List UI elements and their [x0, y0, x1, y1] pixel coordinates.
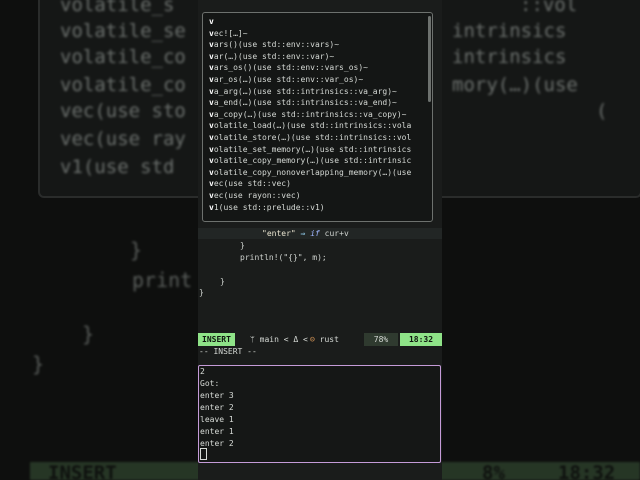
bg-line-right: ( — [596, 100, 608, 122]
code-editor[interactable]: "enter" ⇒ if cur+v } println!("{}", m); … — [198, 0, 442, 333]
rust-icon: ☹ — [310, 335, 315, 344]
bg-line: vec(use ray — [60, 128, 186, 150]
completion-item[interactable]: va_arg(…)(use std::intrinsics::va_arg)~ — [209, 86, 397, 98]
bg-status-pct: 8% — [482, 462, 505, 480]
bg-line: volatile_s — [60, 0, 175, 16]
scroll-percent: 78% — [364, 333, 398, 346]
completion-item[interactable]: vars_os()(use std::env::vars_os)~ — [209, 62, 368, 74]
code-line: } — [240, 241, 245, 250]
fat-arrow: ⇒ — [300, 229, 306, 238]
bg-code: } — [32, 352, 45, 376]
editor-window: "enter" ⇒ if cur+v } println!("{}", m); … — [198, 0, 442, 480]
completion-item[interactable]: volatile_copy_memory(…)(use std::intrins… — [209, 155, 411, 167]
clock: 18:32 — [400, 333, 442, 346]
completion-item[interactable]: vec(use std::vec) — [209, 178, 291, 190]
completion-scrollbar[interactable] — [428, 16, 431, 102]
terminal-line: Got: — [200, 379, 220, 388]
bg-code: } — [130, 238, 143, 262]
bg-line-right: intrinsics — [452, 20, 567, 42]
completion-item[interactable]: v — [209, 16, 214, 28]
statusline-separator: < Δ < — [283, 335, 308, 344]
terminal-cursor[interactable] — [200, 448, 207, 460]
completion-item[interactable]: vec(use rayon::vec) — [209, 190, 301, 202]
bg-status-time: 18:32 — [558, 462, 616, 480]
completion-item[interactable]: vars()(use std::env::vars)~ — [209, 39, 339, 51]
bg-line-right: mory(…)(use — [452, 74, 578, 96]
bg-line: volatile_co — [60, 74, 186, 96]
bg-line: volatile_se — [60, 20, 186, 42]
statusline: INSERT ᛘ main < Δ < ☹ rust 78% 18:32 — [198, 333, 442, 346]
completion-item[interactable]: var(…)(use std::env::var)~ — [209, 51, 334, 63]
bg-line: volatile_co — [60, 46, 186, 68]
terminal-line: 2 — [200, 367, 205, 376]
code-expr: cur+v — [324, 229, 349, 238]
completion-item[interactable]: volatile_set_memory(…)(use std::intrinsi… — [209, 144, 411, 156]
filetype-indicator: ☹ rust — [310, 333, 339, 346]
completion-popup[interactable]: v vec![…]~ vars()(use std::env::vars)~ v… — [202, 12, 433, 222]
bg-status-mode: INSERT — [48, 462, 117, 480]
bg-code: print — [132, 268, 193, 292]
completion-item[interactable]: v1(use std::prelude::v1) — [209, 202, 325, 214]
completion-item[interactable]: var_os(…)(use std::env::var_os)~ — [209, 74, 363, 86]
completion-item[interactable]: va_end(…)(use std::intrinsics::va_end)~ — [209, 97, 397, 109]
terminal-panel[interactable]: 2 Got: enter 3 enter 2 leave 1 enter 1 e… — [198, 365, 441, 463]
completion-item[interactable]: vec![…]~ — [209, 28, 248, 40]
keyword-if: if — [310, 229, 320, 238]
branch-name: main — [259, 335, 279, 344]
terminal-line: enter 3 — [200, 391, 234, 400]
completion-item[interactable]: volatile_copy_nonoverlapping_memory(…)(u… — [209, 167, 411, 179]
code-line: } — [199, 288, 204, 297]
string-literal: "enter" — [262, 229, 296, 238]
terminal-line: enter 1 — [200, 427, 234, 436]
git-branch-icon: ᛘ — [250, 335, 255, 344]
mode-badge: INSERT — [198, 333, 235, 346]
completion-item[interactable]: va_copy(…)(use std::intrinsics::va_copy)… — [209, 109, 406, 121]
code-line-println: println!("{}", m); — [240, 253, 327, 262]
bg-line-right: ::vol — [520, 0, 578, 16]
code-line-match-arm: "enter" ⇒ if cur+v — [262, 228, 349, 239]
completion-item[interactable]: volatile_load(…)(use std::intrinsics::vo… — [209, 120, 411, 132]
terminal-line: leave 1 — [200, 415, 234, 424]
bg-line: vec(use sto — [60, 100, 186, 122]
code-line: } — [220, 277, 225, 286]
bg-code: } — [82, 322, 95, 346]
bg-line-right: intrinsics — [452, 46, 567, 68]
bg-line: v1(use std — [60, 156, 175, 178]
filetype-name: rust — [319, 335, 339, 344]
terminal-line: enter 2 — [200, 403, 234, 412]
branch-indicator: ᛘ main < Δ < — [250, 333, 308, 346]
message-line: -- INSERT -- — [199, 347, 257, 356]
completion-item[interactable]: volatile_store(…)(use std::intrinsics::v… — [209, 132, 411, 144]
